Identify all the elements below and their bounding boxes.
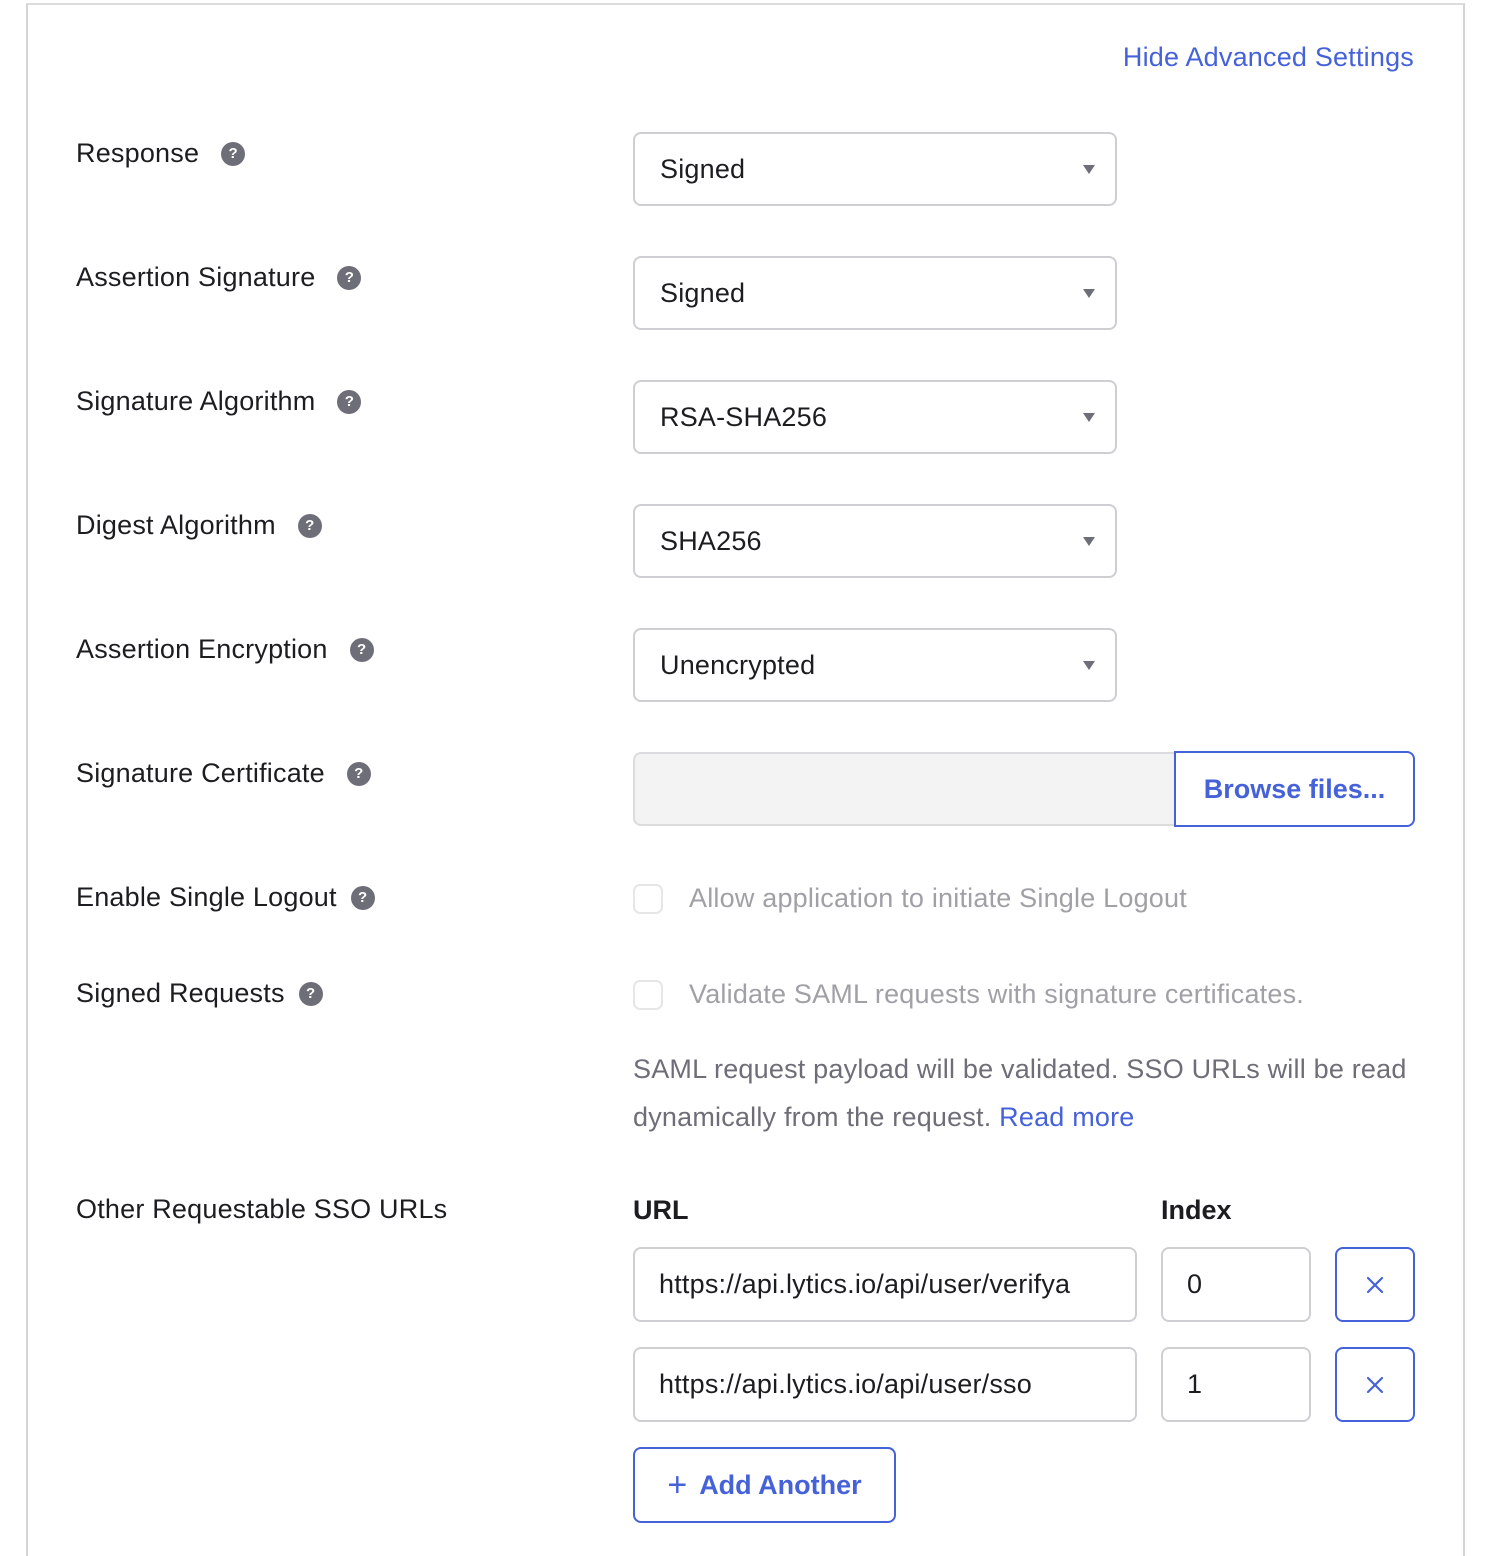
single-logout-checkbox-row: Allow application to initiate Single Log…	[633, 883, 1187, 914]
assertion-signature-select[interactable]: Signed	[633, 256, 1117, 330]
remove-sso-url-button[interactable]	[1335, 1347, 1415, 1422]
caret-down-icon	[1083, 661, 1095, 670]
caret-down-icon	[1083, 413, 1095, 422]
help-icon[interactable]: ?	[297, 513, 322, 538]
signed-requests-checkbox-row: Validate SAML requests with signature ce…	[633, 979, 1304, 1010]
signature-certificate-label: Signature Certificate ?	[76, 758, 371, 789]
remove-sso-url-button[interactable]	[1335, 1247, 1415, 1322]
response-label-text: Response	[76, 138, 200, 168]
single-logout-checkbox-label[interactable]: Allow application to initiate Single Log…	[689, 883, 1187, 914]
assertion-encryption-select[interactable]: Unencrypted	[633, 628, 1117, 702]
close-icon	[1366, 1276, 1384, 1293]
sso-urls-label: Other Requestable SSO URLs	[76, 1194, 447, 1225]
hide-advanced-settings-link[interactable]: Hide Advanced Settings	[1123, 42, 1414, 73]
digest-algorithm-label-text: Digest Algorithm	[76, 510, 276, 540]
digest-algorithm-select[interactable]: SHA256	[633, 504, 1117, 578]
enable-single-logout-label: Enable Single Logout ?	[76, 882, 375, 913]
digest-algorithm-select-value: SHA256	[660, 525, 762, 556]
help-icon[interactable]: ?	[349, 637, 374, 662]
sso-url-input[interactable]	[633, 1247, 1137, 1322]
assertion-signature-select-value: Signed	[660, 277, 746, 308]
help-icon[interactable]: ?	[337, 389, 362, 414]
signed-requests-checkbox[interactable]	[633, 979, 663, 1010]
signed-requests-label-text: Signed Requests	[76, 978, 285, 1008]
digest-algorithm-label: Digest Algorithm ?	[76, 510, 322, 541]
caret-down-icon	[1083, 289, 1095, 298]
sso-url-input[interactable]	[633, 1347, 1137, 1422]
add-another-label: Add Another	[699, 1469, 862, 1500]
signature-algorithm-select-value: RSA-SHA256	[660, 401, 828, 432]
caret-down-icon	[1083, 165, 1095, 174]
signature-algorithm-label-text: Signature Algorithm	[76, 386, 316, 416]
help-icon[interactable]: ?	[350, 885, 375, 910]
sso-index-input[interactable]	[1161, 1347, 1311, 1422]
assertion-encryption-label: Assertion Encryption ?	[76, 634, 374, 665]
plus-icon: +	[667, 1466, 688, 1504]
signed-requests-label: Signed Requests ?	[76, 978, 323, 1009]
help-icon[interactable]: ?	[346, 761, 371, 786]
add-another-button[interactable]: + Add Another	[633, 1447, 896, 1523]
browse-files-button[interactable]: Browse files...	[1174, 751, 1415, 827]
help-icon[interactable]: ?	[337, 265, 362, 290]
signature-algorithm-select[interactable]: RSA-SHA256	[633, 380, 1117, 454]
index-column-header: Index	[1161, 1195, 1232, 1225]
enable-single-logout-label-text: Enable Single Logout	[76, 882, 337, 912]
caret-down-icon	[1083, 537, 1095, 546]
single-logout-checkbox[interactable]	[633, 883, 663, 914]
assertion-signature-label: Assertion Signature ?	[76, 262, 362, 293]
response-label: Response ?	[76, 138, 246, 169]
sso-index-input[interactable]	[1161, 1247, 1311, 1322]
signed-requests-checkbox-label[interactable]: Validate SAML requests with signature ce…	[689, 979, 1304, 1010]
signature-certificate-label-text: Signature Certificate	[76, 758, 325, 788]
response-select-value: Signed	[660, 153, 746, 184]
sso-urls-label-text: Other Requestable SSO URLs	[76, 1194, 448, 1224]
assertion-encryption-label-text: Assertion Encryption	[76, 634, 328, 664]
help-icon[interactable]: ?	[221, 141, 246, 166]
close-icon	[1366, 1376, 1384, 1393]
signed-requests-description: SAML request payload will be validated. …	[633, 1045, 1423, 1141]
assertion-signature-label-text: Assertion Signature	[76, 262, 316, 292]
response-select[interactable]: Signed	[633, 132, 1117, 206]
url-column-header: URL	[633, 1195, 689, 1225]
help-icon[interactable]: ?	[298, 981, 323, 1006]
read-more-link[interactable]: Read more	[999, 1102, 1134, 1132]
signature-algorithm-label: Signature Algorithm ?	[76, 386, 362, 417]
assertion-encryption-select-value: Unencrypted	[660, 649, 816, 680]
